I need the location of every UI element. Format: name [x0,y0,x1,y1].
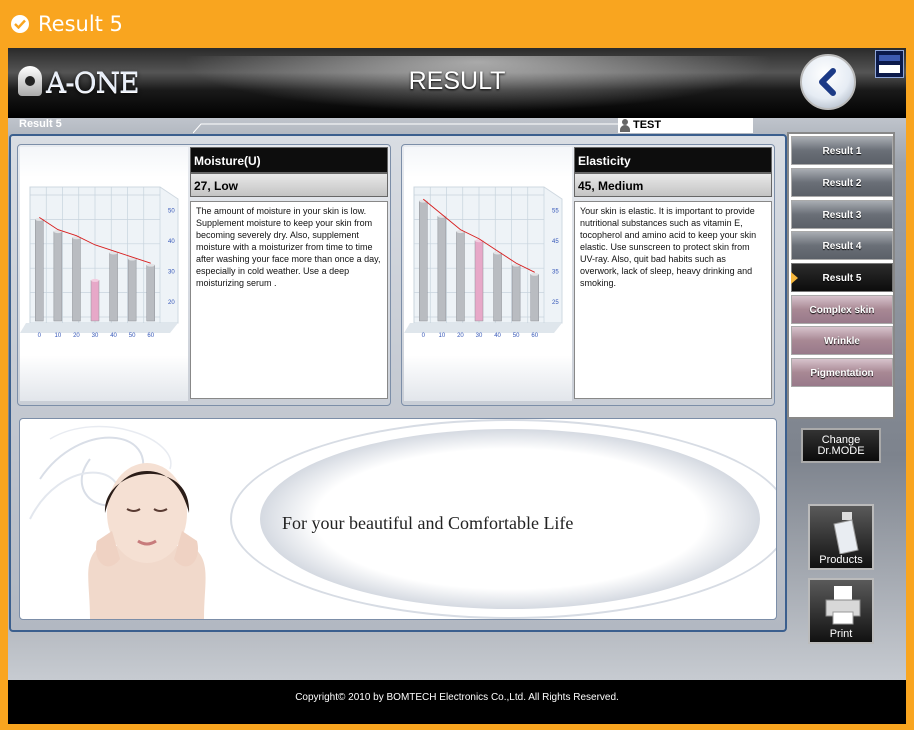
x-tick-label: 0 [422,333,426,339]
y-tick-label: 20 [168,300,175,306]
nav-complex-skin[interactable]: Complex skin [791,295,893,324]
nav-pigmentation[interactable]: Pigmentation [791,358,893,387]
result-card-moisture: 0 10 20 30 40 50 60 50 40 30 20 Moisture(U) 27, Lo… [17,144,391,406]
chart-bar [109,252,118,322]
x-tick-label: 30 [92,333,99,339]
products-label: Products [819,554,863,566]
nav-wrinkle[interactable]: Wrinkle [791,326,893,355]
x-tick-label: 60 [531,333,538,339]
change-drmode-button[interactable]: Change Dr.MODE [801,428,881,463]
result-nav: Result 1 Result 2 Result 3 Result 4 Resu… [787,132,895,419]
window-titlebar: Result 5 [0,0,914,48]
chart-bar [127,258,137,322]
page-title: RESULT [408,67,506,95]
footer: Copyright© 2010 by BOMTECH Electronics C… [8,680,906,724]
card-description: The amount of moisture in your skin is l… [190,201,388,399]
window-title: Result 5 [38,12,123,36]
printer-icon [825,586,861,625]
result-card-elasticity: 0 10 20 30 40 50 60 55 45 35 25 Elasticity 45, Med… [401,144,775,406]
chart-bar [53,231,63,322]
card-value: 45, Medium [574,173,772,197]
chevron-left-icon [819,68,836,96]
user-field: TEST [618,118,753,133]
x-tick-label: 50 [513,333,520,339]
nav-result-5[interactable]: Result 5 [791,263,893,292]
card-heading: Elasticity [574,147,772,173]
x-tick-label: 40 [494,333,501,339]
chart-bar [474,240,484,322]
app-window: A-ONE RESULT Result 5 TEST 0 10 20 30 40 50 60… [8,48,906,724]
y-tick-label: 25 [552,300,559,306]
x-tick-label: 20 [457,333,464,339]
chart-bar [146,264,155,322]
drmode-line2: Dr.MODE [817,445,865,457]
results-frame: 0 10 20 30 40 50 60 50 40 30 20 Moisture(U) 27, Lo… [9,134,787,632]
chart-bar [90,280,100,322]
y-tick-label: 55 [552,208,559,214]
chart-bar [35,219,44,322]
user-icon [620,119,630,132]
x-tick-label: 20 [73,333,80,339]
chart-moisture: 0 10 20 30 40 50 60 50 40 30 20 [20,147,188,401]
nav-result-4[interactable]: Result 4 [791,231,893,260]
back-button[interactable] [800,54,856,110]
nav-result-3[interactable]: Result 3 [791,200,893,229]
bar-chart: 0 10 20 30 40 50 60 55 45 35 25 [404,186,563,339]
selected-arrow-icon [791,272,798,284]
banner-tagline: For your beautiful and Comfortable Life [282,513,574,533]
x-tick-label: 0 [38,333,42,339]
chart-bar [456,231,465,322]
chart-bar [511,264,521,322]
card-value: 27, Low [190,173,388,197]
chart-elasticity: 0 10 20 30 40 50 60 55 45 35 25 [404,147,572,401]
x-tick-label: 30 [476,333,483,339]
nav-label: Result 5 [822,273,862,284]
x-tick-label: 10 [439,333,446,339]
header-divider [193,123,623,134]
chart-bar [419,200,428,322]
minimize-button[interactable] [875,50,904,78]
copyright-text: Copyright© 2010 by BOMTECH Electronics C… [295,692,619,703]
user-name: TEST [633,119,662,131]
card-description: Your skin is elastic. It is important to… [574,201,772,399]
card-heading: Moisture(U) [190,147,388,173]
chart-bar [72,237,81,322]
chart-bar [530,274,539,322]
x-tick-label: 10 [55,333,62,339]
app-header: A-ONE RESULT [8,48,906,118]
promo-banner: For your beautiful and Comfortable Life [19,418,777,620]
y-tick-label: 50 [168,208,175,214]
x-tick-label: 60 [147,333,154,339]
y-tick-label: 45 [552,239,559,245]
bottle-icon [833,512,859,554]
content-panel: Result 5 TEST 0 10 20 30 40 50 60 50 40 30 20 Mois… [8,118,906,680]
x-tick-label: 40 [110,333,117,339]
print-button[interactable]: Print [808,578,874,644]
chart-bar [437,216,447,322]
print-label: Print [829,628,853,640]
y-tick-label: 35 [552,269,559,275]
bar-chart: 0 10 20 30 40 50 60 50 40 30 20 [20,186,179,339]
x-tick-label: 50 [129,333,136,339]
products-button[interactable]: Products [808,504,874,570]
breadcrumb: Result 5 [19,118,62,130]
chart-bar [493,252,502,322]
nav-result-2[interactable]: Result 2 [791,168,893,197]
model-portrait-image [88,463,206,619]
y-tick-label: 30 [168,269,175,275]
check-icon [11,15,29,33]
y-tick-label: 40 [168,239,175,245]
nav-result-1[interactable]: Result 1 [791,136,893,165]
